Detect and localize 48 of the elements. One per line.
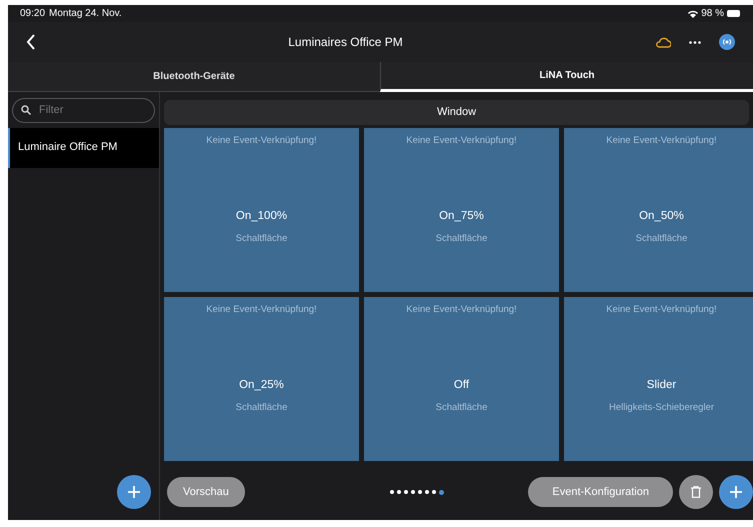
status-date: Montag 24. Nov. — [49, 7, 122, 21]
window-header: Window — [164, 100, 749, 125]
broadcast-icon[interactable] — [719, 34, 735, 50]
tile-name: Off — [454, 378, 470, 394]
tile-status: Keine Event-Verknüpfung! — [406, 303, 517, 317]
tile-status: Keine Event-Verknüpfung! — [406, 134, 517, 148]
tile-status: Keine Event-Verknüpfung! — [606, 134, 717, 148]
tile-name: Slider — [646, 378, 676, 394]
search-icon — [21, 104, 31, 114]
tile-name: On_50% — [639, 209, 684, 224]
tile-status: Keine Event-Verknüpfung! — [206, 134, 317, 148]
tile-name: On_75% — [439, 209, 484, 224]
tile[interactable]: Keine Event-Verknüpfung! Off Schaltfläche — [364, 297, 559, 461]
battery-icon — [727, 10, 741, 17]
tile-type: Helligkeits-Schieberegler — [608, 400, 714, 414]
tile-status: Keine Event-Verknüpfung! — [606, 303, 717, 317]
wifi-icon — [688, 10, 698, 18]
filter-field[interactable]: Filter — [12, 98, 155, 122]
tile-name: On_25% — [239, 378, 284, 394]
delete-button[interactable] — [679, 475, 713, 509]
tile-type: Schaltfläche — [636, 232, 688, 246]
preview-button[interactable]: Vorschau — [167, 477, 245, 507]
tab[interactable]: LiNA Touch — [380, 62, 753, 92]
sidebar-item[interactable]: Luminaire Office PM — [8, 128, 159, 168]
back-icon[interactable] — [26, 34, 36, 50]
tile-type: Schaltfläche — [436, 400, 488, 414]
tile-type: Schaltfläche — [236, 400, 288, 414]
tile[interactable]: Keine Event-Verknüpfung! On_100% Schaltfläche — [164, 128, 359, 292]
add-tile-button[interactable] — [719, 475, 753, 509]
cloud-icon[interactable] — [655, 36, 671, 48]
trash-icon — [691, 486, 701, 498]
tile[interactable]: Keine Event-Verknüpfung! On_50% Schaltfläche — [564, 128, 753, 292]
tile-type: Schaltfläche — [436, 232, 488, 246]
tile[interactable]: Keine Event-Verknüpfung! On_25% Schaltfläche — [164, 297, 359, 461]
plus-icon — [128, 486, 140, 498]
tile-type: Schaltfläche — [236, 232, 288, 246]
battery-percent: 98 % — [701, 7, 724, 21]
nav-title: Luminaires Office PM — [288, 34, 403, 51]
more-icon[interactable] — [689, 40, 701, 44]
tile-status: Keine Event-Verknüpfung! — [206, 303, 317, 317]
plus-icon — [730, 486, 742, 498]
status-time: 09:20 — [20, 7, 46, 21]
add-button[interactable] — [117, 475, 151, 509]
event-configuration-button[interactable]: Event-Konfiguration — [528, 477, 673, 507]
tile-name: On_100% — [236, 209, 288, 224]
tile[interactable]: Keine Event-Verknüpfung! Slider Helligkeits-Schieberegler — [564, 297, 753, 461]
tile[interactable]: Keine Event-Verknüpfung! On_75% Schaltfläche — [364, 128, 559, 292]
tab[interactable]: Bluetooth-Geräte — [8, 62, 380, 92]
